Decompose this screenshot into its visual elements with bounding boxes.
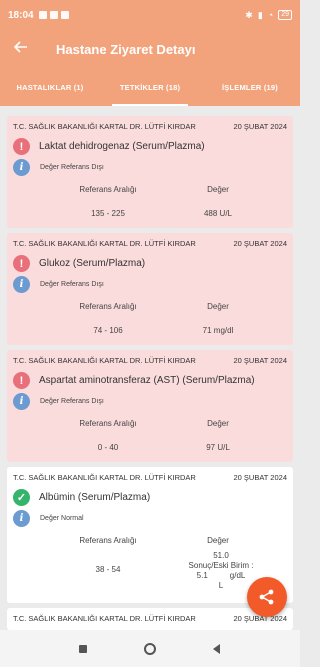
test-name: Glukoz (Serum/Plazma) bbox=[39, 258, 146, 269]
bluetooth-icon: ✱ bbox=[245, 9, 253, 20]
test-value: 97 U/L bbox=[206, 443, 230, 452]
test-value: 71 mg/dl bbox=[202, 326, 234, 335]
home-icon[interactable] bbox=[143, 642, 157, 656]
test-card[interactable]: T.C. SAĞLIK BAKANLIĞI KARTAL DR. LÜTFİ K… bbox=[7, 350, 293, 462]
test-value: 51.0 bbox=[213, 551, 229, 560]
status-time: 18:04 bbox=[8, 9, 34, 21]
tab-procedures[interactable]: İŞLEMLER (19) bbox=[200, 68, 300, 106]
test-date: 20 ŞUBAT 2024 bbox=[233, 239, 287, 248]
info-icon[interactable]: i bbox=[13, 510, 30, 527]
value-label: Değer bbox=[207, 302, 229, 311]
share-button[interactable] bbox=[247, 577, 287, 617]
hospital-name: T.C. SAĞLIK BAKANLIĞI KARTAL DR. LÜTFİ K… bbox=[13, 122, 196, 131]
share-icon bbox=[259, 589, 274, 605]
recents-icon[interactable] bbox=[76, 642, 90, 656]
signal-icon: ▮ bbox=[257, 9, 263, 20]
test-card[interactable]: T.C. SAĞLIK BAKANLIĞI KARTAL DR. LÜTFİ K… bbox=[7, 116, 293, 228]
warning-icon: ! bbox=[13, 255, 30, 272]
test-card[interactable]: T.C. SAĞLIK BAKANLIĞI KARTAL DR. LÜTFİ K… bbox=[7, 233, 293, 345]
range-label: Referans Aralığı bbox=[79, 185, 137, 194]
old-unit-label: Sonuç/Eski Birim : bbox=[188, 561, 254, 570]
value-label: Değer bbox=[207, 419, 229, 428]
test-status: Değer Referans Dışı bbox=[40, 398, 104, 405]
test-status: Değer Referans Dışı bbox=[40, 281, 104, 288]
warning-icon: ! bbox=[13, 138, 30, 155]
wifi-icon: ◔ bbox=[267, 10, 274, 20]
test-card[interactable]: T.C. SAĞLIK BAKANLIĞI KARTAL DR. LÜTFİ K… bbox=[7, 467, 293, 603]
range-label: Referans Aralığı bbox=[79, 419, 137, 428]
test-value: 488 U/L bbox=[203, 209, 233, 218]
range-value: 38 - 54 bbox=[95, 565, 121, 574]
value-label: Değer bbox=[207, 185, 229, 194]
range-value: 135 - 225 bbox=[91, 209, 125, 218]
check-icon: ✓ bbox=[13, 489, 30, 506]
test-date: 20 ŞUBAT 2024 bbox=[233, 122, 287, 131]
range-value: 0 - 40 bbox=[97, 443, 119, 452]
tab-tests[interactable]: TETKİKLER (18) bbox=[100, 68, 200, 106]
test-date: 20 ŞUBAT 2024 bbox=[233, 356, 287, 365]
status-bar: 18:04 ✱ ▮ ◔ 29 bbox=[0, 0, 300, 30]
test-status: Değer Referans Dışı bbox=[40, 164, 104, 171]
test-card[interactable]: T.C. SAĞLIK BAKANLIĞI KARTAL DR. LÜTFİ K… bbox=[7, 608, 293, 630]
notification-icons bbox=[38, 11, 69, 19]
test-name: Aspartat aminotransferaz (AST) (Serum/Pl… bbox=[39, 375, 255, 386]
range-label: Referans Aralığı bbox=[79, 302, 137, 311]
tab-bar: HASTALIKLAR (1) TETKİKLER (18) İŞLEMLER … bbox=[0, 68, 300, 106]
old-unit-value: 5.1 bbox=[196, 571, 208, 580]
range-value: 74 - 106 bbox=[93, 326, 123, 335]
test-name: Albümin (Serum/Plazma) bbox=[39, 492, 151, 503]
value-label: Değer bbox=[207, 536, 229, 545]
back-arrow-icon[interactable] bbox=[13, 40, 42, 58]
tab-diseases[interactable]: HASTALIKLAR (1) bbox=[0, 68, 100, 106]
info-icon[interactable]: i bbox=[13, 159, 30, 176]
hospital-name: T.C. SAĞLIK BAKANLIĞI KARTAL DR. LÜTFİ K… bbox=[13, 239, 196, 248]
info-icon[interactable]: i bbox=[13, 393, 30, 410]
hospital-name: T.C. SAĞLIK BAKANLIĞI KARTAL DR. LÜTFİ K… bbox=[13, 473, 196, 482]
test-date: 20 ŞUBAT 2024 bbox=[233, 473, 287, 482]
old-unit: g/dL bbox=[229, 571, 246, 580]
range-label: Referans Aralığı bbox=[79, 536, 137, 545]
app-bar: Hastane Ziyaret Detayı bbox=[0, 30, 300, 68]
status-right: ✱ ▮ ◔ 29 bbox=[245, 10, 292, 21]
warning-icon: ! bbox=[13, 372, 30, 389]
info-icon[interactable]: i bbox=[13, 276, 30, 293]
test-status: Değer Normal bbox=[40, 515, 84, 522]
system-nav-bar bbox=[0, 630, 300, 667]
hospital-name: T.C. SAĞLIK BAKANLIĞI KARTAL DR. LÜTFİ K… bbox=[13, 614, 196, 623]
back-icon[interactable] bbox=[210, 642, 224, 656]
battery-icon: 29 bbox=[278, 10, 292, 20]
page-title: Hastane Ziyaret Detayı bbox=[56, 41, 196, 57]
hospital-name: T.C. SAĞLIK BAKANLIĞI KARTAL DR. LÜTFİ K… bbox=[13, 356, 196, 365]
test-name: Laktat dehidrogenaz (Serum/Plazma) bbox=[39, 141, 205, 152]
